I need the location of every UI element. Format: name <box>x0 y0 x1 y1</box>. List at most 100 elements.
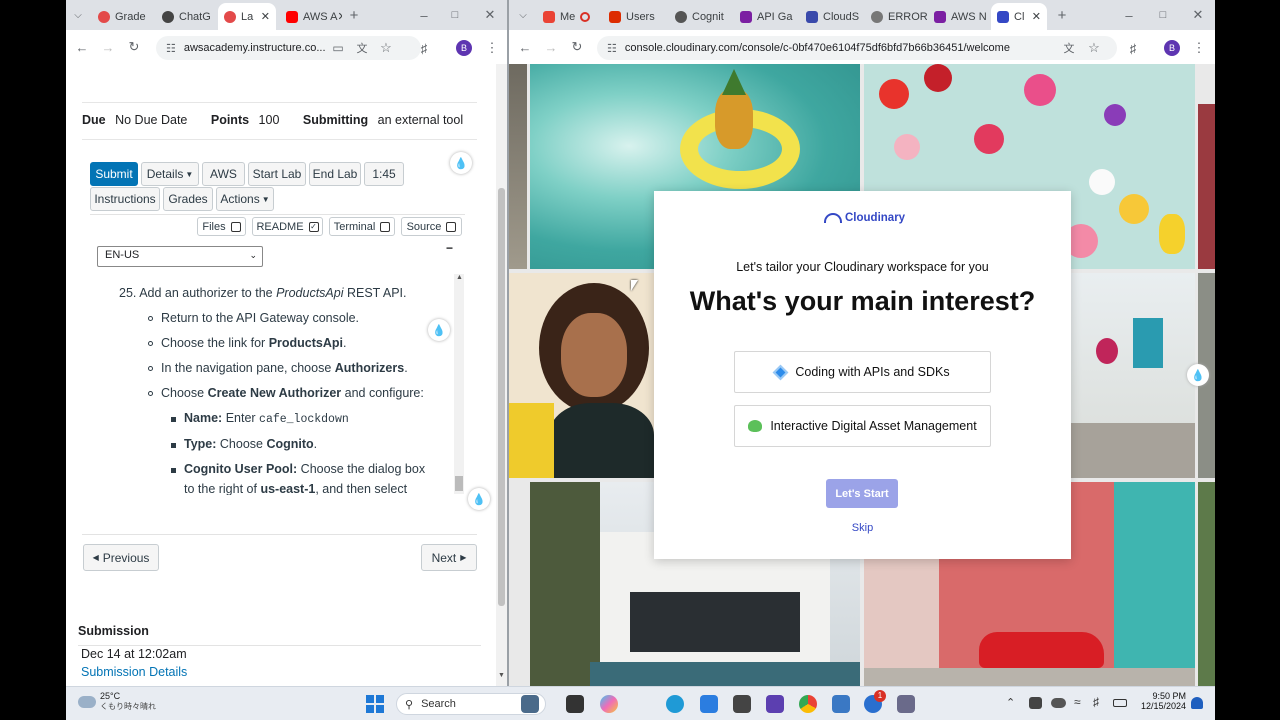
page-scrollbar[interactable]: ▼ <box>496 64 507 686</box>
translate-icon[interactable]: 文 <box>1061 40 1077 56</box>
droplet-icon[interactable]: 💧 <box>428 319 450 341</box>
landscape-widget-icon[interactable] <box>521 695 539 713</box>
terminal-checkbox[interactable] <box>380 221 391 232</box>
bookmark-star-icon[interactable]: ☆ <box>1086 40 1102 56</box>
app-cube-icon[interactable] <box>733 695 751 713</box>
task-view-icon[interactable] <box>566 695 584 713</box>
extensions-icon[interactable]: ♯ <box>1125 40 1141 56</box>
tab-users[interactable]: Users <box>603 3 665 30</box>
site-info-icon[interactable]: ☷ <box>166 42 176 55</box>
files-toggle[interactable]: Files <box>197 217 246 236</box>
option-asset-management[interactable]: Interactive Digital Asset Management <box>734 405 991 447</box>
new-tab-icon[interactable]: + <box>346 7 362 24</box>
collapse-button[interactable]: − <box>446 241 453 255</box>
start-lab-button[interactable]: Start Lab <box>248 162 306 186</box>
actions-button[interactable]: Actions ▼ <box>216 187 274 211</box>
previous-button[interactable]: ◀ Previous <box>83 544 159 571</box>
droplet-icon[interactable]: 💧 <box>1187 364 1209 386</box>
install-icon[interactable]: ▭ <box>330 40 346 56</box>
details-button[interactable]: Details ▼ <box>141 162 199 186</box>
tab-grades[interactable]: Grade <box>92 3 150 30</box>
minimize-icon[interactable]: – <box>1121 7 1137 23</box>
reload-icon[interactable]: ↻ <box>569 39 585 55</box>
tab-error[interactable]: ERROR <box>865 3 927 30</box>
translate-icon[interactable]: 文 <box>354 40 370 56</box>
submit-button[interactable]: Submit <box>90 162 138 186</box>
store-icon[interactable] <box>700 695 718 713</box>
tab-search-icon[interactable]: ⌵ <box>70 7 86 23</box>
menu-kebab-icon[interactable]: ⋮ <box>1191 40 1207 56</box>
tab-api-gateway[interactable]: API Ga <box>734 3 796 30</box>
back-icon[interactable]: ← <box>517 39 533 55</box>
start-windows-icon[interactable] <box>366 695 384 713</box>
back-icon[interactable]: ← <box>74 39 90 55</box>
tab-cloudshell[interactable]: CloudS <box>800 3 862 30</box>
weather-widget[interactable]: 25°C くもり時々晴れ <box>78 691 156 712</box>
grades-button[interactable]: Grades <box>163 187 213 211</box>
bookmark-star-icon[interactable]: ☆ <box>378 40 394 56</box>
visual-studio-icon[interactable] <box>766 695 784 713</box>
droplet-icon[interactable]: 💧 <box>468 488 490 510</box>
right-address-bar[interactable]: ☷ console.cloudinary.com/console/c-0bf47… <box>597 36 1117 60</box>
forward-icon[interactable]: → <box>100 39 116 55</box>
readme-checkbox-checked[interactable]: ✓ <box>308 221 319 232</box>
option-coding-apis[interactable]: Coding with APIs and SDKs <box>734 351 991 393</box>
edge-icon[interactable] <box>666 695 684 713</box>
tab-gmail[interactable]: Me <box>537 3 597 30</box>
tab-cognito[interactable]: Cognit <box>669 3 731 30</box>
source-checkbox[interactable] <box>446 221 457 232</box>
volume-icon[interactable]: ♯ <box>1093 695 1099 709</box>
extensions-icon[interactable]: ♯ <box>416 40 432 56</box>
source-toggle[interactable]: Source <box>401 217 462 236</box>
skip-link[interactable]: Skip <box>654 522 1071 534</box>
terminal-toggle[interactable]: Terminal <box>329 217 395 236</box>
notification-bell-icon[interactable] <box>1191 697 1203 709</box>
tab-chatgpt[interactable]: ChatG <box>156 3 214 30</box>
close-window-icon[interactable]: ✕ <box>482 7 498 23</box>
tab-aws-notes[interactable]: AWS N <box>928 3 990 30</box>
instructions-scrollbar[interactable]: ▲ <box>454 274 464 494</box>
tab-aws-youtube[interactable]: AWS A ✕ <box>280 3 342 30</box>
battery-icon[interactable] <box>1113 699 1127 707</box>
reload-icon[interactable]: ↻ <box>126 39 142 55</box>
menu-kebab-icon[interactable]: ⋮ <box>484 40 500 56</box>
profile-avatar[interactable]: B <box>1164 40 1180 56</box>
profile-avatar[interactable]: B <box>456 40 472 56</box>
tab-search-icon[interactable]: ⌵ <box>515 7 531 23</box>
wifi-icon[interactable]: ≈ <box>1074 695 1081 709</box>
close-tab-icon[interactable]: ✕ <box>261 10 270 23</box>
next-button[interactable]: Next ▶ <box>421 544 477 571</box>
droplet-icon[interactable]: 💧 <box>450 152 472 174</box>
tab-cloudinary-active[interactable]: Cl ✕ <box>991 3 1047 30</box>
cloud-sync-icon[interactable] <box>1051 698 1066 708</box>
tab-lab-active[interactable]: La ✕ <box>218 3 276 30</box>
close-window-icon[interactable]: ✕ <box>1190 7 1206 23</box>
close-tab-icon[interactable]: ✕ <box>1032 10 1041 23</box>
maximize-icon[interactable]: □ <box>447 7 463 23</box>
tray-chevron-up-icon[interactable]: ⌃ <box>1006 696 1015 709</box>
minimize-icon[interactable]: – <box>416 7 432 23</box>
snipping-tool-icon[interactable] <box>897 695 915 713</box>
scroll-down-icon[interactable]: ▼ <box>498 672 505 679</box>
site-info-icon[interactable]: ☷ <box>607 42 617 55</box>
forward-icon[interactable]: → <box>543 39 559 55</box>
notepad-icon[interactable] <box>832 695 850 713</box>
instructions-button[interactable]: Instructions <box>90 187 160 211</box>
language-select[interactable]: EN-US ⌄ <box>97 246 263 267</box>
files-checkbox[interactable] <box>230 221 241 232</box>
scroll-up-icon[interactable]: ▲ <box>456 274 463 281</box>
submission-details-link[interactable]: Submission Details <box>81 665 187 679</box>
readme-toggle[interactable]: README ✓ <box>252 217 323 236</box>
copilot-icon[interactable] <box>600 695 618 713</box>
maximize-icon[interactable]: □ <box>1155 7 1171 23</box>
close-tab-icon[interactable]: ✕ <box>337 10 342 23</box>
chrome-icon[interactable] <box>799 695 817 713</box>
scroll-thumb[interactable] <box>455 476 463 491</box>
onedrive-icon[interactable] <box>1029 697 1042 709</box>
new-tab-icon[interactable]: + <box>1054 7 1070 24</box>
lets-start-button[interactable]: Let's Start <box>826 479 898 508</box>
aws-button[interactable]: AWS <box>202 162 245 186</box>
page-scroll-thumb[interactable] <box>498 188 505 606</box>
clock[interactable]: 9:50 PM 12/15/2024 <box>1134 691 1186 711</box>
end-lab-button[interactable]: End Lab <box>309 162 361 186</box>
